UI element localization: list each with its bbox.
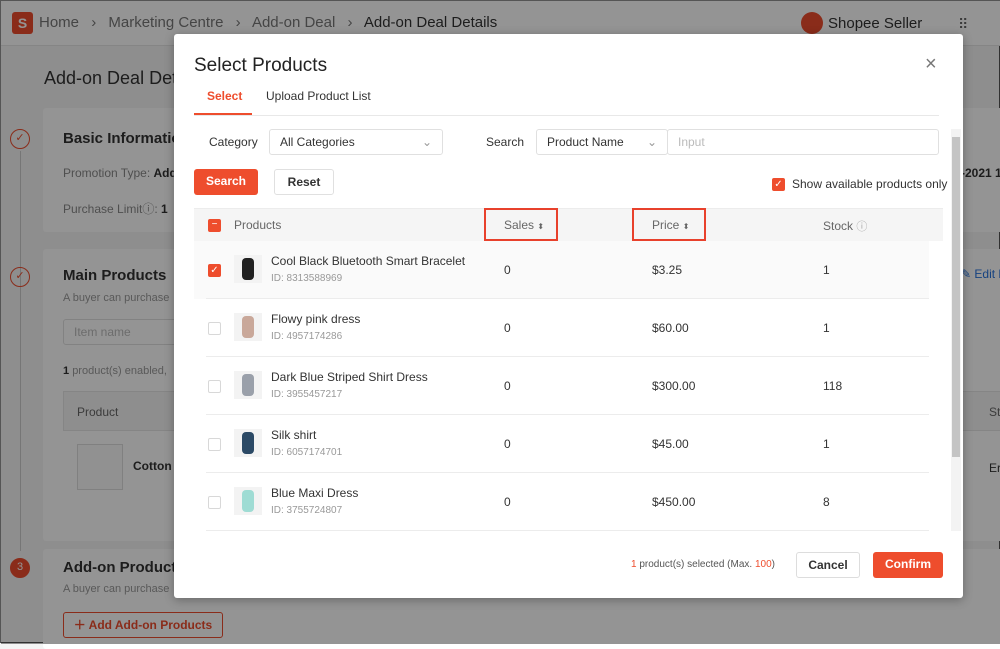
product-name: Blue Maxi Dress xyxy=(271,486,359,500)
price-cell: $3.25 xyxy=(652,263,683,277)
price-cell: $450.00 xyxy=(652,495,696,509)
row-checkbox[interactable] xyxy=(208,322,221,335)
row-checkbox[interactable] xyxy=(208,380,221,393)
table-row[interactable]: Silk shirt ID: 6057174701 0 $45.00 1 xyxy=(194,415,929,473)
row-checkbox[interactable] xyxy=(208,496,221,509)
stock-cell: 1 xyxy=(823,263,830,277)
table-row[interactable]: Blue Maxi Dress ID: 3755724807 0 $450.00… xyxy=(194,473,929,531)
product-name: Cool Black Bluetooth Smart Bracelet xyxy=(271,254,466,268)
table-header: − Products Sales ⬍ Price ⬍ Stock ⓘ xyxy=(194,208,943,241)
product-name: Silk shirt xyxy=(271,428,317,442)
product-id: ID: 3955457217 xyxy=(271,389,343,400)
product-image-icon xyxy=(242,316,254,338)
selected-text: product(s) selected (Max. xyxy=(639,559,753,570)
stock-cell: 1 xyxy=(823,321,830,335)
search-type-value: Product Name xyxy=(547,135,624,149)
product-thumbnail xyxy=(234,487,262,515)
sales-cell: 0 xyxy=(504,437,511,451)
category-label: Category xyxy=(209,135,258,149)
select-all-checkbox[interactable]: − xyxy=(208,219,221,232)
sales-cell: 0 xyxy=(504,321,511,335)
price-cell: $300.00 xyxy=(652,379,696,393)
price-highlight-box xyxy=(632,208,706,241)
product-image-icon xyxy=(242,258,254,280)
stock-cell: 1 xyxy=(823,437,830,451)
row-checkbox[interactable]: ✓ xyxy=(208,264,221,277)
modal-title: Select Products xyxy=(194,55,328,76)
product-thumbnail xyxy=(234,313,262,341)
product-id: ID: 6057174701 xyxy=(271,447,343,458)
search-type-select[interactable]: Product Name ⌄ xyxy=(536,129,668,155)
scrollbar[interactable] xyxy=(951,129,961,531)
product-id: ID: 8313588969 xyxy=(271,273,343,284)
show-available-checkbox[interactable]: ✓ xyxy=(772,178,785,191)
close-paren: ) xyxy=(771,559,775,570)
close-icon[interactable]: × xyxy=(925,53,937,76)
category-value: All Categories xyxy=(280,135,355,149)
stock-cell: 118 xyxy=(823,379,843,393)
product-id: ID: 4957174286 xyxy=(271,331,343,342)
chevron-down-icon: ⌄ xyxy=(421,135,432,149)
sales-cell: 0 xyxy=(504,379,511,393)
col-stock: Stock ⓘ xyxy=(823,218,867,234)
product-name: Flowy pink dress xyxy=(271,312,361,326)
selected-summary: 1 product(s) selected (Max. 100) xyxy=(631,559,775,570)
product-id: ID: 3755724807 xyxy=(271,505,343,516)
product-image-icon xyxy=(242,490,254,512)
tab-select[interactable]: Select xyxy=(207,89,242,103)
sales-highlight-box xyxy=(484,208,558,241)
scrollbar-thumb[interactable] xyxy=(952,137,960,457)
max-count: 100 xyxy=(754,559,772,570)
product-thumbnail xyxy=(234,429,262,457)
col-products: Products xyxy=(234,218,282,232)
cancel-button[interactable]: Cancel xyxy=(796,552,860,578)
chevron-down-icon: ⌄ xyxy=(646,135,657,149)
help-icon[interactable]: ⓘ xyxy=(856,221,867,233)
table-row[interactable]: Flowy pink dress ID: 4957174286 0 $60.00… xyxy=(194,299,929,357)
reset-button[interactable]: Reset xyxy=(274,169,334,195)
table-row[interactable]: ✓ Cool Black Bluetooth Smart Bracelet ID… xyxy=(194,241,929,299)
row-checkbox[interactable] xyxy=(208,438,221,451)
product-thumbnail xyxy=(234,371,262,399)
category-select[interactable]: All Categories ⌄ xyxy=(269,129,443,155)
product-image-icon xyxy=(242,374,254,396)
price-cell: $60.00 xyxy=(652,321,689,335)
sales-cell: 0 xyxy=(504,495,511,509)
search-input[interactable]: Input xyxy=(667,129,939,155)
product-name: Dark Blue Striped Shirt Dress xyxy=(271,370,428,384)
product-image-icon xyxy=(242,432,254,454)
sales-cell: 0 xyxy=(504,263,511,277)
stock-cell: 8 xyxy=(823,495,830,509)
show-available-label[interactable]: Show available products only xyxy=(792,177,947,191)
confirm-button[interactable]: Confirm xyxy=(873,552,943,578)
search-button[interactable]: Search xyxy=(194,169,258,195)
selected-count: 1 xyxy=(631,559,637,570)
tabs-divider xyxy=(194,115,939,116)
row-divider xyxy=(206,530,929,531)
price-cell: $45.00 xyxy=(652,437,689,451)
table-row[interactable]: Dark Blue Striped Shirt Dress ID: 395545… xyxy=(194,357,929,415)
tab-upload-product-list[interactable]: Upload Product List xyxy=(266,89,371,103)
product-thumbnail xyxy=(234,255,262,283)
search-label: Search xyxy=(486,135,525,149)
stock-label: Stock xyxy=(823,219,854,233)
